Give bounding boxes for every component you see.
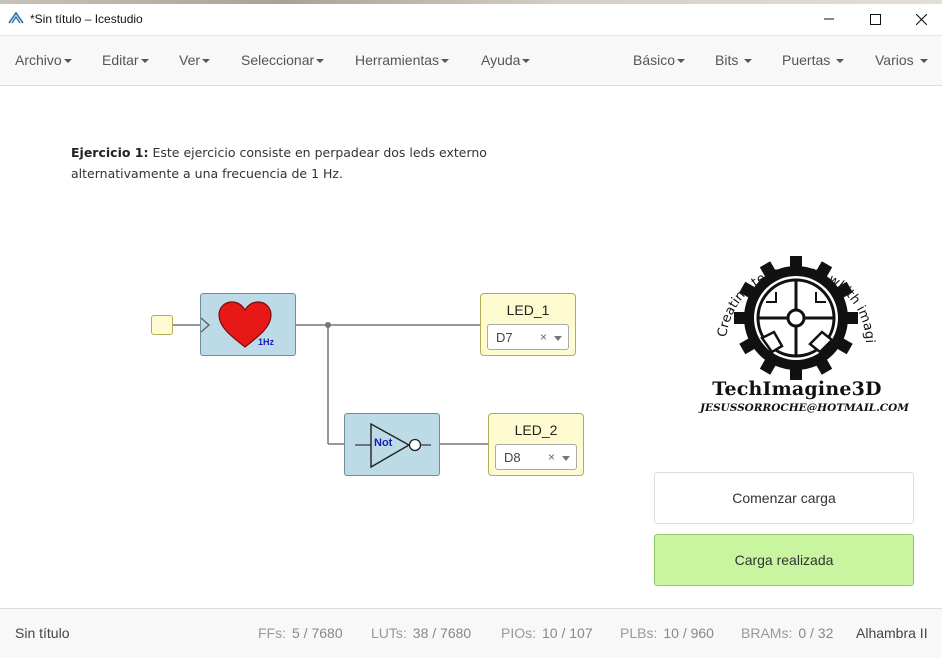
led-name: LED_2 [514, 422, 558, 438]
resource-value: 10 / 107 [542, 625, 593, 641]
resource-value: 10 / 960 [663, 625, 714, 641]
clear-icon[interactable]: × [548, 450, 555, 464]
resource-plbs: PLBs: 10 / 960 [620, 625, 714, 641]
menu-label: Básico [633, 52, 676, 68]
not-gate-block[interactable]: Not [344, 413, 440, 476]
file-name: Sin título [15, 625, 70, 641]
dropdown-arrow-icon[interactable] [554, 336, 562, 341]
menu-label: Seleccionar [241, 52, 315, 68]
close-icon [915, 13, 927, 25]
pin-select[interactable]: D8 × [495, 444, 577, 470]
menu-archivo[interactable]: Archivo [15, 52, 72, 68]
caret-down-icon [63, 59, 72, 64]
window-titlebar: *Sin título – Icestudio [0, 0, 942, 36]
background-strip [0, 0, 942, 4]
start-load-button[interactable]: Comenzar carga [654, 472, 914, 524]
resource-value: 38 / 7680 [412, 625, 472, 641]
board-name[interactable]: Alhambra II [856, 625, 928, 641]
menu-label: Bits [715, 52, 739, 68]
menu-bits[interactable]: Bits [715, 52, 753, 68]
menu-label: Puertas [782, 52, 831, 68]
menu-label: Herramientas [355, 52, 440, 68]
resource-value: 5 / 7680 [292, 625, 343, 641]
status-bar: Sin título FFs: 5 / 7680 LUTs: 38 / 7680 P… [0, 608, 942, 658]
design-canvas[interactable]: Ejercicio 1: Este ejercicio consiste en … [0, 86, 942, 608]
caret-down-icon [140, 59, 149, 64]
menu-puertas[interactable]: Puertas [782, 52, 845, 68]
window-title: *Sin título – Icestudio [30, 12, 143, 26]
icestudio-icon [8, 11, 24, 24]
pin-value: D7 [496, 330, 513, 345]
resource-label: BRAMs: [741, 625, 793, 641]
resource-luts: LUTs: 38 / 7680 [371, 625, 471, 641]
led-output-block[interactable]: LED_1 D7 × [480, 293, 576, 356]
menu-basico[interactable]: Básico [633, 52, 686, 68]
wire-junction [325, 322, 331, 328]
not-gate-label: Not [374, 437, 393, 449]
load-done-button[interactable]: Carga realizada [654, 534, 914, 586]
caret-down-icon [202, 59, 211, 64]
caret-down-icon [441, 59, 450, 64]
menu-ver[interactable]: Ver [179, 52, 211, 68]
minimize-button[interactable] [806, 4, 852, 34]
menu-editar[interactable]: Editar [102, 52, 149, 68]
heart-icon [201, 301, 272, 348]
close-button[interactable] [898, 4, 942, 34]
clock-frequency-label: 1Hz [258, 337, 275, 347]
resource-value: 0 / 32 [798, 625, 834, 641]
clock-1hz-block[interactable]: 1Hz [200, 293, 296, 356]
input-port[interactable] [151, 315, 173, 335]
menu-label: Ver [179, 52, 201, 68]
logo-email: JESUSSORROCHE@HOTMAIL.COM [700, 402, 909, 414]
caret-down-icon [744, 59, 753, 64]
logo-brand: TechImagine3D [712, 378, 882, 400]
caret-down-icon [677, 59, 686, 64]
resource-pios: PIOs: 10 / 107 [501, 625, 593, 641]
pin-value: D8 [504, 450, 521, 465]
dropdown-arrow-icon[interactable] [562, 456, 570, 461]
caret-down-icon [316, 59, 325, 64]
not-gate-icon [355, 422, 431, 469]
menu-herramientas[interactable]: Herramientas [355, 52, 450, 68]
resource-label: LUTs: [371, 625, 407, 641]
resource-label: FFs: [258, 625, 286, 641]
menu-label: Varios [875, 52, 914, 68]
menu-label: Editar [102, 52, 139, 68]
maximize-button[interactable] [852, 4, 898, 34]
pin-select[interactable]: D7 × [487, 324, 569, 350]
menu-ayuda[interactable]: Ayuda [481, 52, 531, 68]
menu-label: Ayuda [481, 52, 521, 68]
minimize-icon [824, 18, 834, 20]
menu-label: Archivo [15, 52, 62, 68]
resource-brams: BRAMs: 0 / 32 [741, 625, 833, 641]
menu-varios[interactable]: Varios [875, 52, 928, 68]
clear-icon[interactable]: × [540, 330, 547, 344]
caret-down-icon [919, 59, 928, 64]
led-output-block[interactable]: LED_2 D8 × [488, 413, 584, 476]
menu-bar: Archivo Editar Ver Seleccionar Herramien… [0, 36, 942, 86]
menu-seleccionar[interactable]: Seleccionar [241, 52, 325, 68]
caret-down-icon [836, 59, 845, 64]
caret-down-icon [522, 59, 531, 64]
resource-label: PLBs: [620, 625, 658, 641]
led-name: LED_1 [506, 302, 550, 318]
resource-ffs: FFs: 5 / 7680 [258, 625, 343, 641]
maximize-icon [869, 13, 881, 25]
gear-icon [734, 256, 858, 380]
resource-label: PIOs: [501, 625, 537, 641]
